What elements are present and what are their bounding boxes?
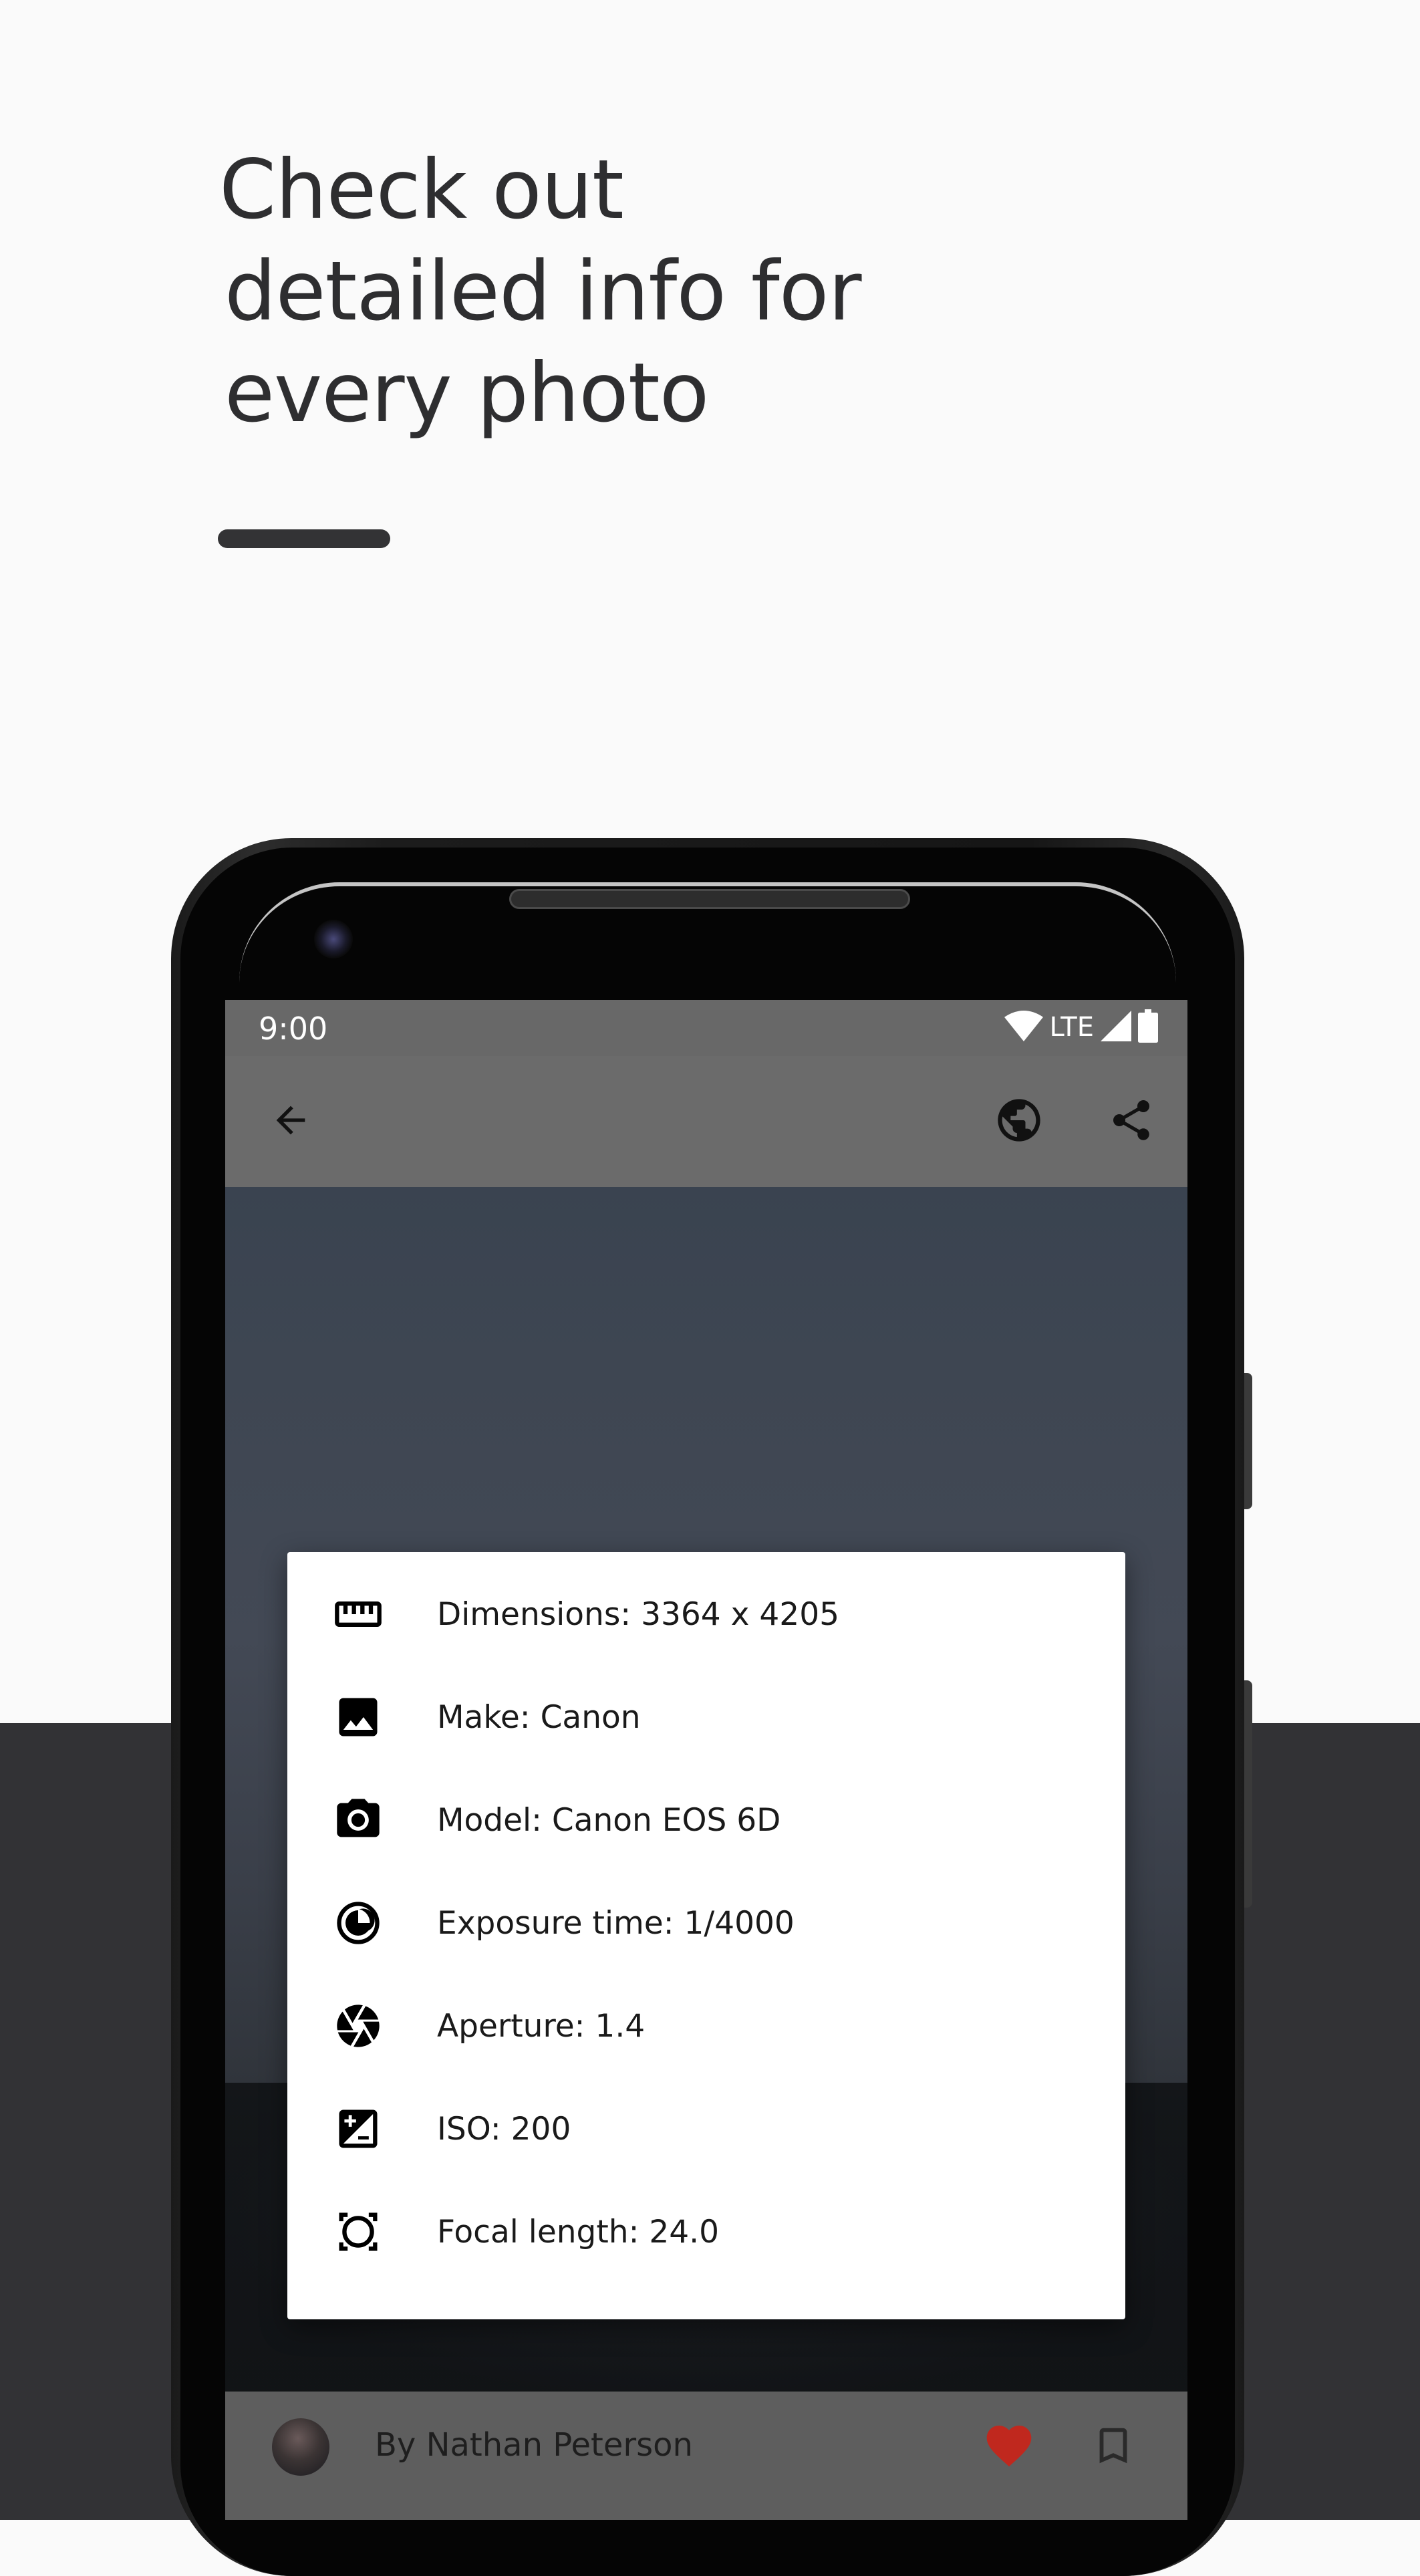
photo-footer-bar: By Nathan Peterson (225, 2392, 1187, 2520)
info-text: Exposure time: 1/4000 (437, 1904, 795, 1942)
bookmark-button[interactable] (1083, 2417, 1143, 2477)
globe-icon (994, 1095, 1044, 1148)
info-row-make: Make: Canon (287, 1666, 1125, 1769)
status-time: 9:00 (259, 1011, 328, 1047)
info-text: Dimensions: 3364 x 4205 (437, 1595, 840, 1633)
status-bar: 9:00 LTE (225, 1000, 1187, 1056)
open-in-browser-button[interactable] (986, 1088, 1052, 1155)
info-row-focal-length: Focal length: 24.0 (287, 2180, 1125, 2283)
info-row-dimensions: Dimensions: 3364 x 4205 (287, 1563, 1125, 1666)
info-row-aperture: Aperture: 1.4 (287, 1974, 1125, 2077)
headline-accent-bar (218, 529, 390, 548)
wifi-icon (1004, 1011, 1043, 1044)
info-row-model: Model: Canon EOS 6D (287, 1769, 1125, 1872)
arrow-back-icon (269, 1099, 312, 1144)
ruler-icon (333, 1589, 384, 1640)
status-icons: LTE (1004, 1009, 1158, 1045)
phone-screen: 9:00 LTE Dimensions: 3364 x 4205 Make: C… (225, 1000, 1187, 2520)
earpiece-speaker (509, 889, 910, 909)
focal-length-icon (333, 2206, 384, 2257)
promo-headline: Check out detailed info for every photo (219, 139, 1155, 444)
back-button[interactable] (257, 1088, 324, 1155)
info-text: Make: Canon (437, 1698, 641, 1736)
share-icon (1107, 1096, 1155, 1147)
headline-line-3: every photo (225, 346, 709, 440)
headline-line-2: detailed info for (225, 244, 862, 339)
aperture-icon (333, 2001, 384, 2051)
info-text: Focal length: 24.0 (437, 2213, 719, 2250)
share-button[interactable] (1098, 1088, 1165, 1155)
iso-icon (333, 2103, 384, 2154)
info-text: Model: Canon EOS 6D (437, 1801, 781, 1839)
like-button[interactable] (979, 2417, 1039, 2477)
avatar[interactable] (272, 2418, 329, 2476)
exposure-timer-icon (333, 1898, 384, 1948)
photo-info-dialog: Dimensions: 3364 x 4205 Make: Canon Mode… (287, 1552, 1125, 2319)
heart-icon (982, 2419, 1036, 2475)
bookmark-icon (1090, 2422, 1137, 2472)
info-row-exposure: Exposure time: 1/4000 (287, 1872, 1125, 1974)
info-text: ISO: 200 (437, 2110, 571, 2148)
app-bar (225, 1056, 1187, 1187)
image-icon (333, 1692, 384, 1743)
author-name[interactable]: By Nathan Peterson (375, 2426, 693, 2464)
info-text: Aperture: 1.4 (437, 2007, 646, 2045)
phone-volume-button (1244, 1680, 1252, 1908)
phone-power-button (1244, 1373, 1252, 1509)
camera-icon (333, 1795, 384, 1845)
cell-signal-icon (1101, 1011, 1131, 1044)
network-type: LTE (1049, 1012, 1094, 1043)
headline-line-1: Check out (219, 142, 624, 237)
info-row-iso: ISO: 200 (287, 2077, 1125, 2180)
front-camera (314, 920, 353, 958)
battery-icon (1138, 1009, 1158, 1045)
